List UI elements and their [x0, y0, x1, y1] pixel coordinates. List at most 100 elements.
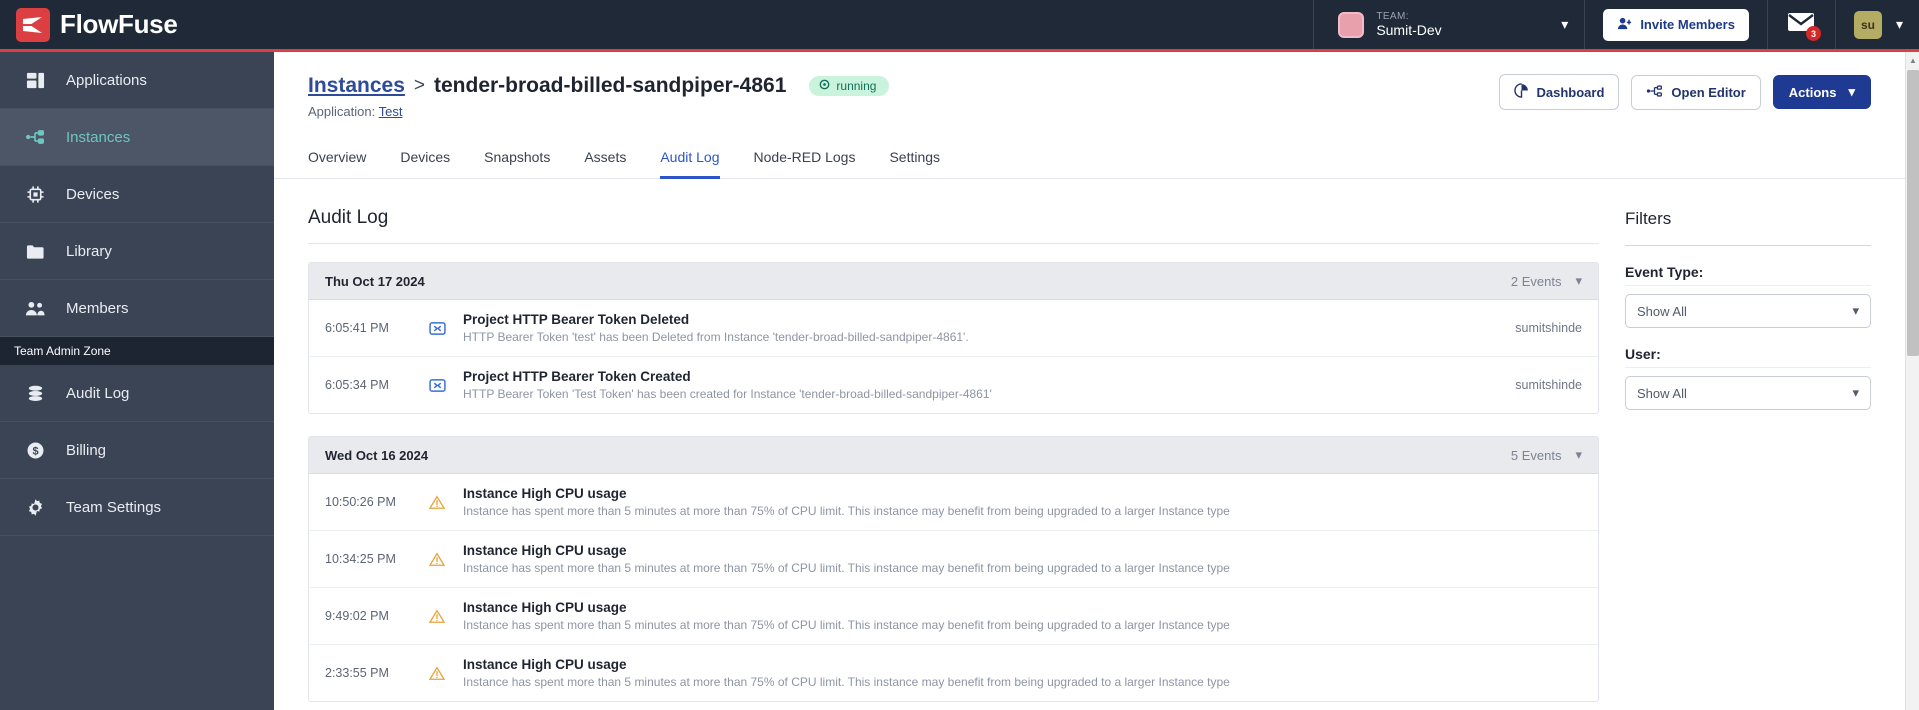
log-time: 6:05:34 PM [325, 378, 389, 392]
sidebar: Applications Instances Devices Library M… [0, 52, 274, 710]
table-row[interactable]: 10:50:26 PM Instance High CPU usage Inst… [309, 474, 1598, 531]
status-label: running [836, 79, 877, 93]
actions-label: Actions [1788, 84, 1837, 100]
invite-members-label: Invite Members [1640, 17, 1735, 32]
notifications-button[interactable]: 3 [1768, 0, 1836, 49]
sidebar-item-team-settings[interactable]: Team Settings [0, 479, 274, 536]
notification-badge: 3 [1805, 26, 1821, 41]
chevron-down-icon: ▾ [1852, 385, 1859, 400]
team-label: TEAM: [1376, 10, 1409, 22]
flowfuse-logo-icon [16, 7, 50, 42]
log-title: Instance High CPU usage [463, 657, 627, 672]
user-filter-select[interactable]: Show All ▾ [1625, 376, 1871, 410]
log-group-meta: 2 Events ▾ [1511, 273, 1582, 289]
invite-members-button[interactable]: Invite Members [1603, 8, 1749, 41]
sidebar-item-instances[interactable]: Instances [0, 109, 274, 166]
actions-button[interactable]: Actions ▾ [1772, 75, 1871, 109]
title-divider [308, 243, 1599, 244]
dashboard-button[interactable]: Dashboard [1498, 74, 1620, 110]
billing-icon: $ [24, 441, 46, 460]
event-type-value: Show All [1637, 303, 1687, 319]
header-spacer [274, 0, 1313, 49]
sidebar-item-devices[interactable]: Devices [0, 166, 274, 223]
event-type-select[interactable]: Show All ▾ [1625, 294, 1871, 328]
tab-assets[interactable]: Assets [584, 143, 626, 179]
log-description: Instance has spent more than 5 minutes a… [463, 675, 1230, 689]
log-group-header[interactable]: Wed Oct 16 2024 5 Events ▾ [309, 437, 1598, 474]
log-description: Instance has spent more than 5 minutes a… [463, 618, 1230, 632]
user-filter-value: Show All [1637, 385, 1687, 401]
sidebar-item-label: Billing [66, 441, 107, 459]
page-action-buttons: Dashboard Open Editor Actions ▾ [1498, 74, 1871, 110]
audit-log-group: Wed Oct 16 2024 5 Events ▾ 10:50:26 PM I… [308, 436, 1599, 702]
chevron-down-icon: ▾ [1561, 16, 1569, 32]
breadcrumb-instances-link[interactable]: Instances [308, 74, 405, 98]
scroll-up-arrow[interactable]: ▲ [1906, 52, 1919, 68]
warning-icon [429, 551, 463, 567]
page-header: Instances > tender-broad-billed-sandpipe… [274, 52, 1905, 119]
log-body: Project HTTP Bearer Token Created HTTP B… [463, 369, 1474, 401]
running-status-icon [819, 79, 830, 93]
sidebar-item-audit-log[interactable]: Audit Log [0, 365, 274, 422]
sidebar-item-members[interactable]: Members [0, 280, 274, 337]
user-filter-label: User: [1625, 346, 1661, 362]
tab-snapshots[interactable]: Snapshots [484, 143, 550, 179]
log-time: 2:33:55 PM [325, 666, 389, 680]
dashboard-icon [1513, 83, 1529, 101]
status-badge: running [809, 76, 890, 96]
log-group-header[interactable]: Thu Oct 17 2024 2 Events ▾ [309, 263, 1598, 300]
chevron-down-icon: ▾ [1852, 303, 1859, 318]
sidebar-item-applications[interactable]: Applications [0, 52, 274, 109]
audit-log-icon [24, 384, 46, 403]
filters-divider [1625, 245, 1871, 246]
brand-logo[interactable]: FlowFuse [0, 0, 274, 49]
log-group-event-count: 5 Events [1510, 447, 1562, 463]
page-scrollbar[interactable]: ▲ [1905, 52, 1919, 710]
team-selector[interactable]: TEAM: Sumit-Dev ▾ [1313, 0, 1586, 49]
log-user: sumitshinde [1515, 378, 1582, 392]
log-user: sumitshinde [1515, 321, 1582, 335]
sidebar-item-label: Instances [66, 128, 131, 146]
sidebar-section-team-admin-zone: Team Admin Zone [0, 337, 274, 365]
sidebar-item-label: Audit Log [66, 384, 130, 402]
scrollbar-thumb[interactable] [1907, 70, 1919, 356]
main-content: Instances > tender-broad-billed-sandpipe… [274, 52, 1905, 710]
sidebar-item-billing[interactable]: $ Billing [0, 422, 274, 479]
log-description: Instance has spent more than 5 minutes a… [463, 504, 1230, 518]
gear-icon [24, 498, 46, 517]
instances-icon [24, 128, 46, 146]
tab-audit-log[interactable]: Audit Log [660, 143, 720, 179]
log-description: Instance has spent more than 5 minutes a… [463, 561, 1230, 575]
open-editor-button[interactable]: Open Editor [1631, 74, 1761, 110]
log-title: Project HTTP Bearer Token Deleted [463, 312, 690, 327]
log-description: HTTP Bearer Token 'Test Token' has been … [463, 387, 992, 401]
warning-icon [429, 665, 463, 681]
tab-devices[interactable]: Devices [400, 143, 450, 179]
event-type-label: Event Type: [1625, 264, 1704, 280]
top-header-bar: FlowFuse TEAM: Sumit-Dev ▾ Invite Member… [0, 0, 1919, 52]
chevron-down-icon: ▾ [1895, 16, 1903, 32]
user-filter-underline [1625, 367, 1871, 368]
table-row[interactable]: 9:49:02 PM Instance High CPU usage Insta… [309, 588, 1598, 645]
application-link[interactable]: Test [379, 104, 403, 119]
chevron-down-icon[interactable]: ▾ [1575, 447, 1582, 463]
team-text-block: TEAM: Sumit-Dev [1376, 11, 1549, 39]
tab-overview[interactable]: Overview [308, 143, 366, 179]
tab-settings[interactable]: Settings [889, 143, 940, 179]
filters-title: Filters [1625, 209, 1672, 228]
log-group-event-count: 2 Events [1510, 273, 1562, 289]
table-row[interactable]: 2:33:55 PM Instance High CPU usage Insta… [309, 645, 1598, 701]
tab-node-red-logs[interactable]: Node-RED Logs [754, 143, 856, 179]
user-menu[interactable]: su ▾ [1836, 0, 1919, 49]
log-description: HTTP Bearer Token 'test' has been Delete… [463, 330, 969, 344]
devices-icon [24, 185, 46, 204]
table-row[interactable]: 6:05:41 PM Project HTTP Bearer Token Del… [309, 300, 1598, 357]
filters-panel: Filters Event Type: Show All ▾ User: Sho… [1625, 207, 1871, 702]
table-row[interactable]: 10:34:25 PM Instance High CPU usage Inst… [309, 531, 1598, 588]
sidebar-item-library[interactable]: Library [0, 223, 274, 280]
token-icon [429, 378, 463, 392]
table-row[interactable]: 6:05:34 PM Project HTTP Bearer Token Cre… [309, 357, 1598, 413]
chevron-down-icon[interactable]: ▾ [1575, 273, 1582, 289]
log-time: 10:50:26 PM [325, 495, 396, 509]
